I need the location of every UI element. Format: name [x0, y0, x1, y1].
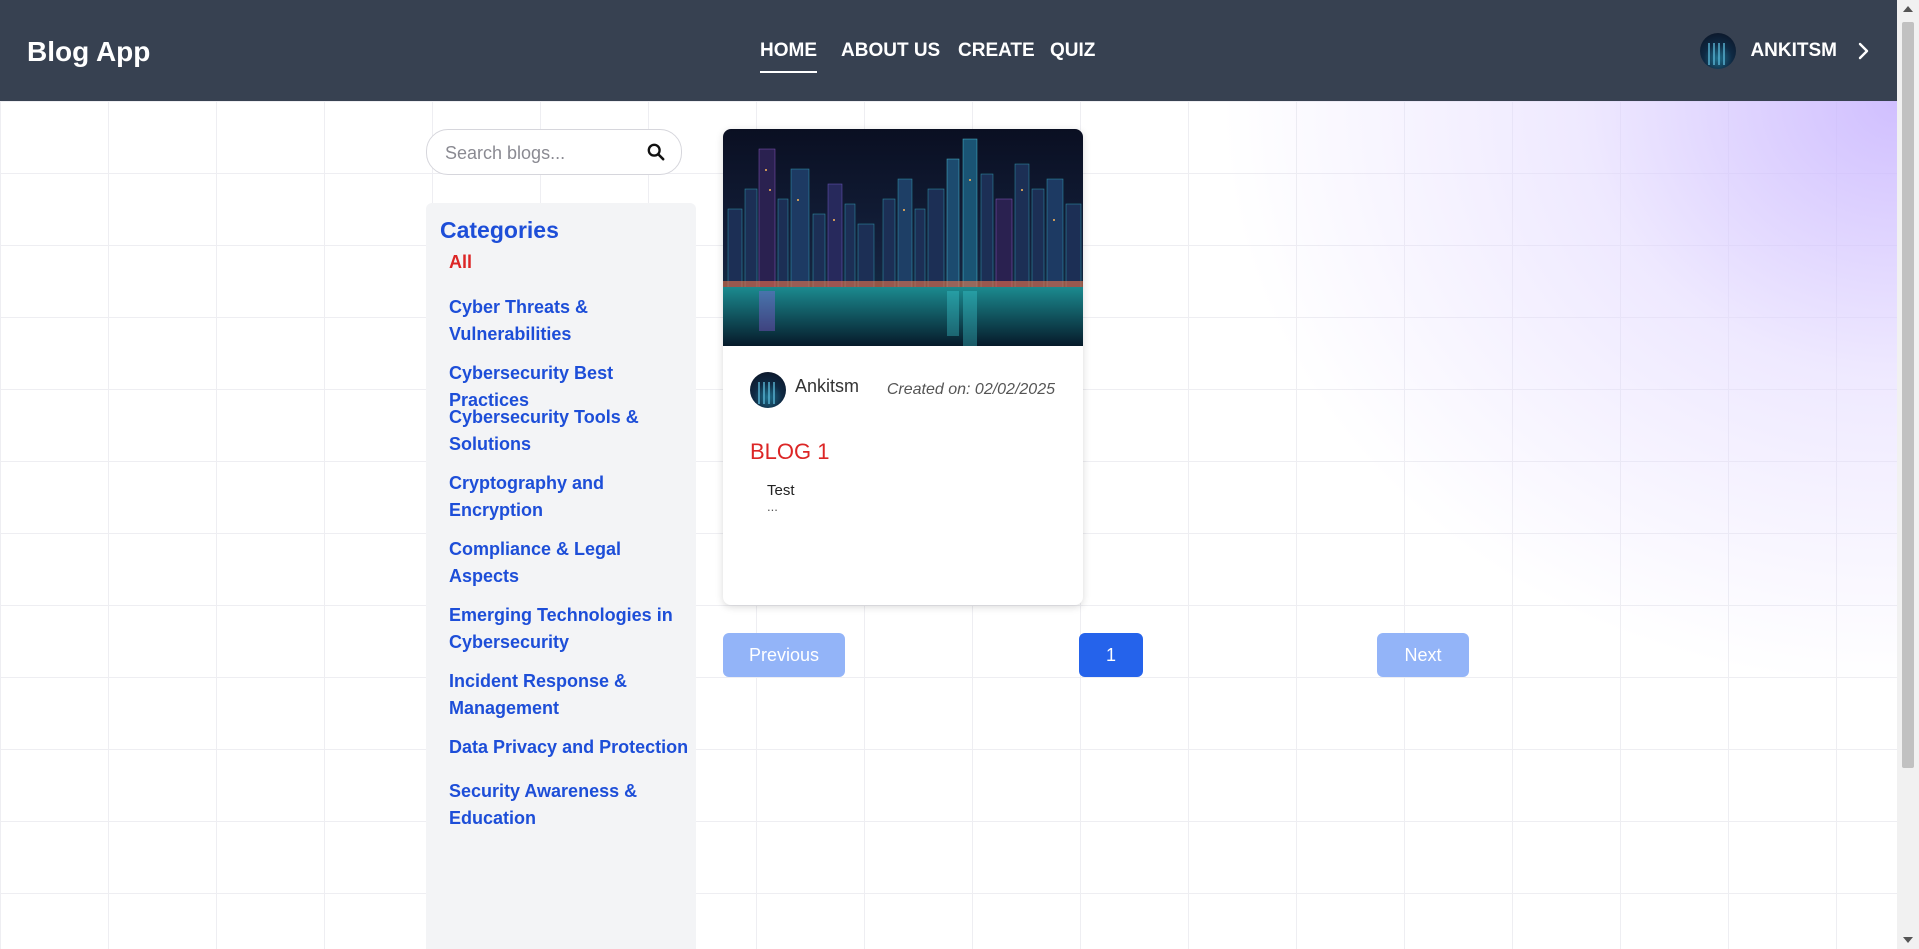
- category-incident-response[interactable]: Incident Response & Management: [449, 668, 689, 722]
- scrollbar-thumb[interactable]: [1902, 22, 1914, 768]
- search-icon[interactable]: [647, 143, 665, 161]
- nav-home[interactable]: HOME: [760, 40, 817, 73]
- brand-logo[interactable]: Blog App: [27, 36, 150, 68]
- top-navbar: Blog App HOME ABOUT US CREATE QUIZ ANKIT…: [0, 0, 1897, 101]
- scroll-up-arrow-icon[interactable]: [1903, 6, 1913, 12]
- blog-excerpt: Test: [767, 482, 795, 499]
- categories-title: Categories: [440, 217, 559, 243]
- category-emerging-tech[interactable]: Emerging Technologies in Cybersecurity: [449, 602, 689, 656]
- nav-create[interactable]: CREATE: [958, 40, 1035, 62]
- category-cyber-threats[interactable]: Cyber Threats & Vulnerabilities: [449, 294, 689, 348]
- blog-cover-image[interactable]: [723, 129, 1083, 346]
- category-cryptography[interactable]: Cryptography and Encryption: [449, 470, 689, 524]
- nav-quiz[interactable]: QUIZ: [1050, 40, 1095, 62]
- scroll-down-arrow-icon[interactable]: [1903, 937, 1913, 943]
- nav-about-us[interactable]: ABOUT US: [841, 40, 940, 62]
- category-tools-solutions[interactable]: Cybersecurity Tools & Solutions: [449, 404, 689, 458]
- scrollbar[interactable]: [1897, 0, 1919, 949]
- categories-sidebar: Categories All Cyber Threats & Vulnerabi…: [426, 203, 696, 949]
- page-content: Categories All Cyber Threats & Vulnerabi…: [0, 101, 1897, 949]
- blog-created-date: Created on: 02/02/2025: [886, 381, 1055, 398]
- category-compliance[interactable]: Compliance & Legal Aspects: [449, 536, 689, 590]
- category-data-privacy[interactable]: Data Privacy and Protection: [449, 734, 689, 761]
- blog-card[interactable]: Ankitsm Created on: 02/02/2025 BLOG 1 Te…: [723, 129, 1083, 605]
- user-menu[interactable]: ANKITSM: [1700, 32, 1873, 70]
- category-all[interactable]: All: [449, 249, 689, 276]
- search-input[interactable]: [443, 140, 637, 166]
- next-button[interactable]: Next: [1377, 633, 1469, 677]
- user-name[interactable]: ANKITSM: [1750, 40, 1837, 62]
- author-avatar-icon: [750, 372, 786, 408]
- previous-button[interactable]: Previous: [723, 633, 845, 677]
- category-security-awareness[interactable]: Security Awareness & Education: [449, 778, 689, 832]
- blog-excerpt-ellipsis: ...: [767, 499, 778, 514]
- page-1-button[interactable]: 1: [1079, 633, 1143, 677]
- blog-title[interactable]: BLOG 1: [750, 439, 829, 465]
- search-box: [426, 129, 682, 175]
- blog-author: Ankitsm: [795, 376, 860, 396]
- chevron-right-icon[interactable]: [1853, 41, 1873, 61]
- avatar-icon[interactable]: [1700, 33, 1737, 69]
